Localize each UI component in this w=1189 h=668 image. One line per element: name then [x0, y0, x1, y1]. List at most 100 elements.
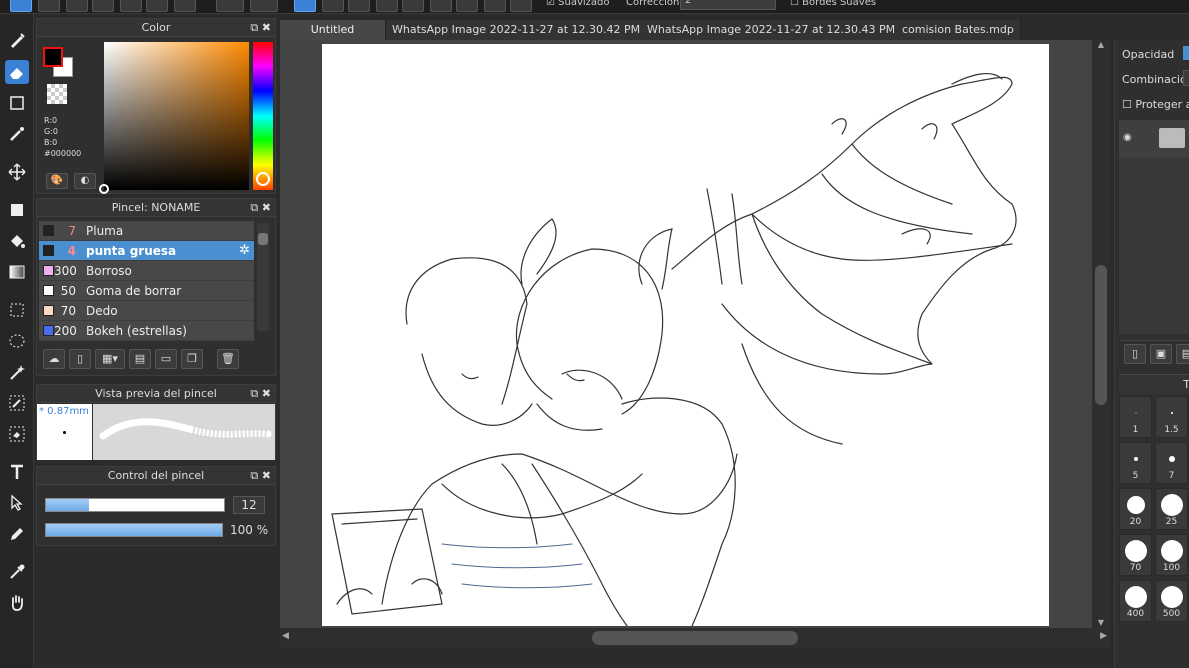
color-sets-icon[interactable]: ◐ [74, 173, 96, 189]
popout-icon[interactable]: ⧉ [250, 469, 258, 482]
new-layer-icon[interactable]: ▯ [1124, 344, 1146, 364]
layer-list[interactable] [1119, 158, 1189, 334]
tab-comision-bates[interactable]: comision Bates.mdp [896, 20, 1021, 40]
link-icon[interactable] [146, 0, 168, 12]
brush-size-preset[interactable]: 500 [1155, 580, 1188, 622]
close-icon[interactable]: ✖ [262, 469, 271, 482]
brush-size-preset[interactable]: 7 [1155, 442, 1188, 484]
dot-brush-tool-icon[interactable] [5, 122, 29, 146]
select-eraser-tool-icon[interactable] [5, 422, 29, 446]
tab-untitled[interactable]: Untitled [280, 20, 386, 40]
new-brush-icon[interactable]: ▯ [69, 349, 91, 369]
text-tool-icon[interactable] [5, 460, 29, 484]
undo-icon[interactable] [216, 0, 244, 12]
bucket-tool-icon[interactable] [5, 229, 29, 253]
brush-opacity-slider[interactable] [45, 523, 223, 537]
document-icon[interactable] [120, 0, 142, 12]
tab-whatsapp-1[interactable]: WhatsApp Image 2022-11-27 at 12.30.42 PM… [386, 20, 675, 40]
brush-size-preset[interactable]: 1.5 [1155, 396, 1188, 438]
radial-snap-icon[interactable] [402, 0, 424, 12]
scroll-right-icon[interactable]: ▶ [1100, 631, 1107, 641]
brush-row[interactable]: 70 Dedo [39, 301, 254, 321]
palette-icon[interactable]: 🎨 [46, 173, 68, 189]
redo-icon[interactable] [250, 0, 278, 12]
scroll-left-icon[interactable]: ◀ [282, 631, 289, 641]
brush-list-scrollbar[interactable] [257, 223, 269, 331]
concentric-snap-icon[interactable] [430, 0, 452, 12]
hand-tool-icon[interactable] [5, 591, 29, 615]
close-icon[interactable]: ✖ [262, 387, 271, 400]
scroll-up-icon[interactable]: ▲ [1094, 40, 1108, 50]
suavizado-checkbox[interactable]: ☑ Suavizado [546, 0, 610, 8]
foreground-color-swatch[interactable] [43, 47, 63, 67]
check-tool-icon[interactable] [10, 0, 32, 12]
fill-rect-tool-icon[interactable] [5, 198, 29, 222]
comment-icon[interactable] [66, 0, 88, 12]
perspective-snap-icon[interactable] [376, 0, 398, 12]
rectangle-tool-icon[interactable] [5, 91, 29, 115]
move-tool-icon[interactable] [5, 160, 29, 184]
opacity-slider[interactable] [1183, 46, 1189, 60]
tab-whatsapp-2[interactable]: WhatsApp Image 2022-11-27 at 12.30.43 PM… [641, 20, 930, 40]
brush-row[interactable]: 7 Pluma [39, 221, 254, 241]
brush-row[interactable]: 50 Goma de borrar [39, 281, 254, 301]
chat-icon[interactable] [92, 0, 114, 12]
brush-size-preset[interactable]: 400 [1119, 580, 1152, 622]
blend-select[interactable] [1183, 70, 1189, 86]
cloud-download-icon[interactable]: ☁ [43, 349, 65, 369]
magic-wand-tool-icon[interactable] [5, 360, 29, 384]
operation-tool-icon[interactable] [5, 491, 29, 515]
grid-icon[interactable] [174, 0, 196, 12]
layer-folder-row[interactable]: ◉ [1119, 120, 1189, 158]
horizontal-scroll-thumb[interactable] [592, 631, 798, 645]
correccion-select[interactable]: 2 [680, 0, 776, 10]
brush-size-preset[interactable]: 100 [1155, 534, 1188, 576]
folder-icon[interactable]: ▭ [155, 349, 177, 369]
drawing-canvas[interactable] [322, 44, 1049, 626]
duplicate-icon[interactable]: ❐ [181, 349, 203, 369]
gradient-tool-icon[interactable] [5, 260, 29, 284]
brush-row[interactable]: 300 Borroso [39, 261, 254, 281]
select-pen-tool-icon[interactable] [5, 391, 29, 415]
new-layer-1bit-icon[interactable]: ▤ [1176, 344, 1189, 364]
brush-size-input[interactable]: 12 [233, 496, 265, 514]
close-icon[interactable]: ✖ [262, 21, 271, 34]
popout-icon[interactable]: ⧉ [250, 201, 258, 214]
close-icon[interactable]: ✖ [262, 201, 271, 214]
hue-cursor[interactable] [256, 172, 270, 186]
scrollbar-thumb[interactable] [258, 233, 268, 245]
brush-row-selected[interactable]: 4 punta gruesa ✲ [39, 241, 254, 261]
protect-alpha-checkbox[interactable]: ☐ Proteger a [1122, 98, 1189, 111]
export-icon[interactable] [38, 0, 60, 12]
transparent-color-swatch[interactable] [47, 84, 67, 104]
bordes-suaves-checkbox[interactable]: ☐ Bordes Suaves [790, 0, 876, 8]
saturation-value-picker[interactable] [99, 42, 249, 194]
snap-settings-icon[interactable] [510, 0, 532, 12]
brush-size-preset[interactable]: 70 [1119, 534, 1152, 576]
no-snap-icon[interactable] [294, 0, 316, 12]
ellipse-snap-icon[interactable] [484, 0, 506, 12]
canvas-vertical-scrollbar[interactable]: ▲ ▼ [1092, 40, 1110, 628]
eyedropper-tool-icon[interactable] [5, 560, 29, 584]
rect-select-tool-icon[interactable] [5, 298, 29, 322]
curve-snap-icon[interactable] [456, 0, 478, 12]
brush-size-slider[interactable] [45, 498, 225, 512]
scroll-down-icon[interactable]: ▼ [1094, 618, 1108, 628]
sv-cursor[interactable] [99, 184, 109, 194]
brush-size-preset[interactable]: 1 [1119, 396, 1152, 438]
pen-tool-icon[interactable] [5, 522, 29, 546]
hue-slider[interactable] [253, 42, 273, 190]
brush-type-dropdown-icon[interactable]: ▦▾ [95, 349, 125, 369]
brush-size-preset[interactable]: 25 [1155, 488, 1188, 530]
gear-icon[interactable]: ✲ [239, 243, 250, 258]
popout-icon[interactable]: ⧉ [250, 21, 258, 34]
brush-size-preset[interactable]: 5 [1119, 442, 1152, 484]
visibility-icon[interactable]: ◉ [1123, 132, 1132, 143]
brush-settings-icon[interactable]: ▤ [129, 349, 151, 369]
brush-size-preset[interactable]: 20 [1119, 488, 1152, 530]
new-layer-8bit-icon[interactable]: ▣ [1150, 344, 1172, 364]
vertical-scroll-thumb[interactable] [1095, 265, 1107, 405]
canvas-horizontal-scrollbar[interactable]: ◀ ▶ [280, 628, 1110, 648]
eraser-tool-icon[interactable] [5, 60, 29, 84]
brush-row[interactable]: 200 Bokeh (estrellas) [39, 321, 254, 341]
